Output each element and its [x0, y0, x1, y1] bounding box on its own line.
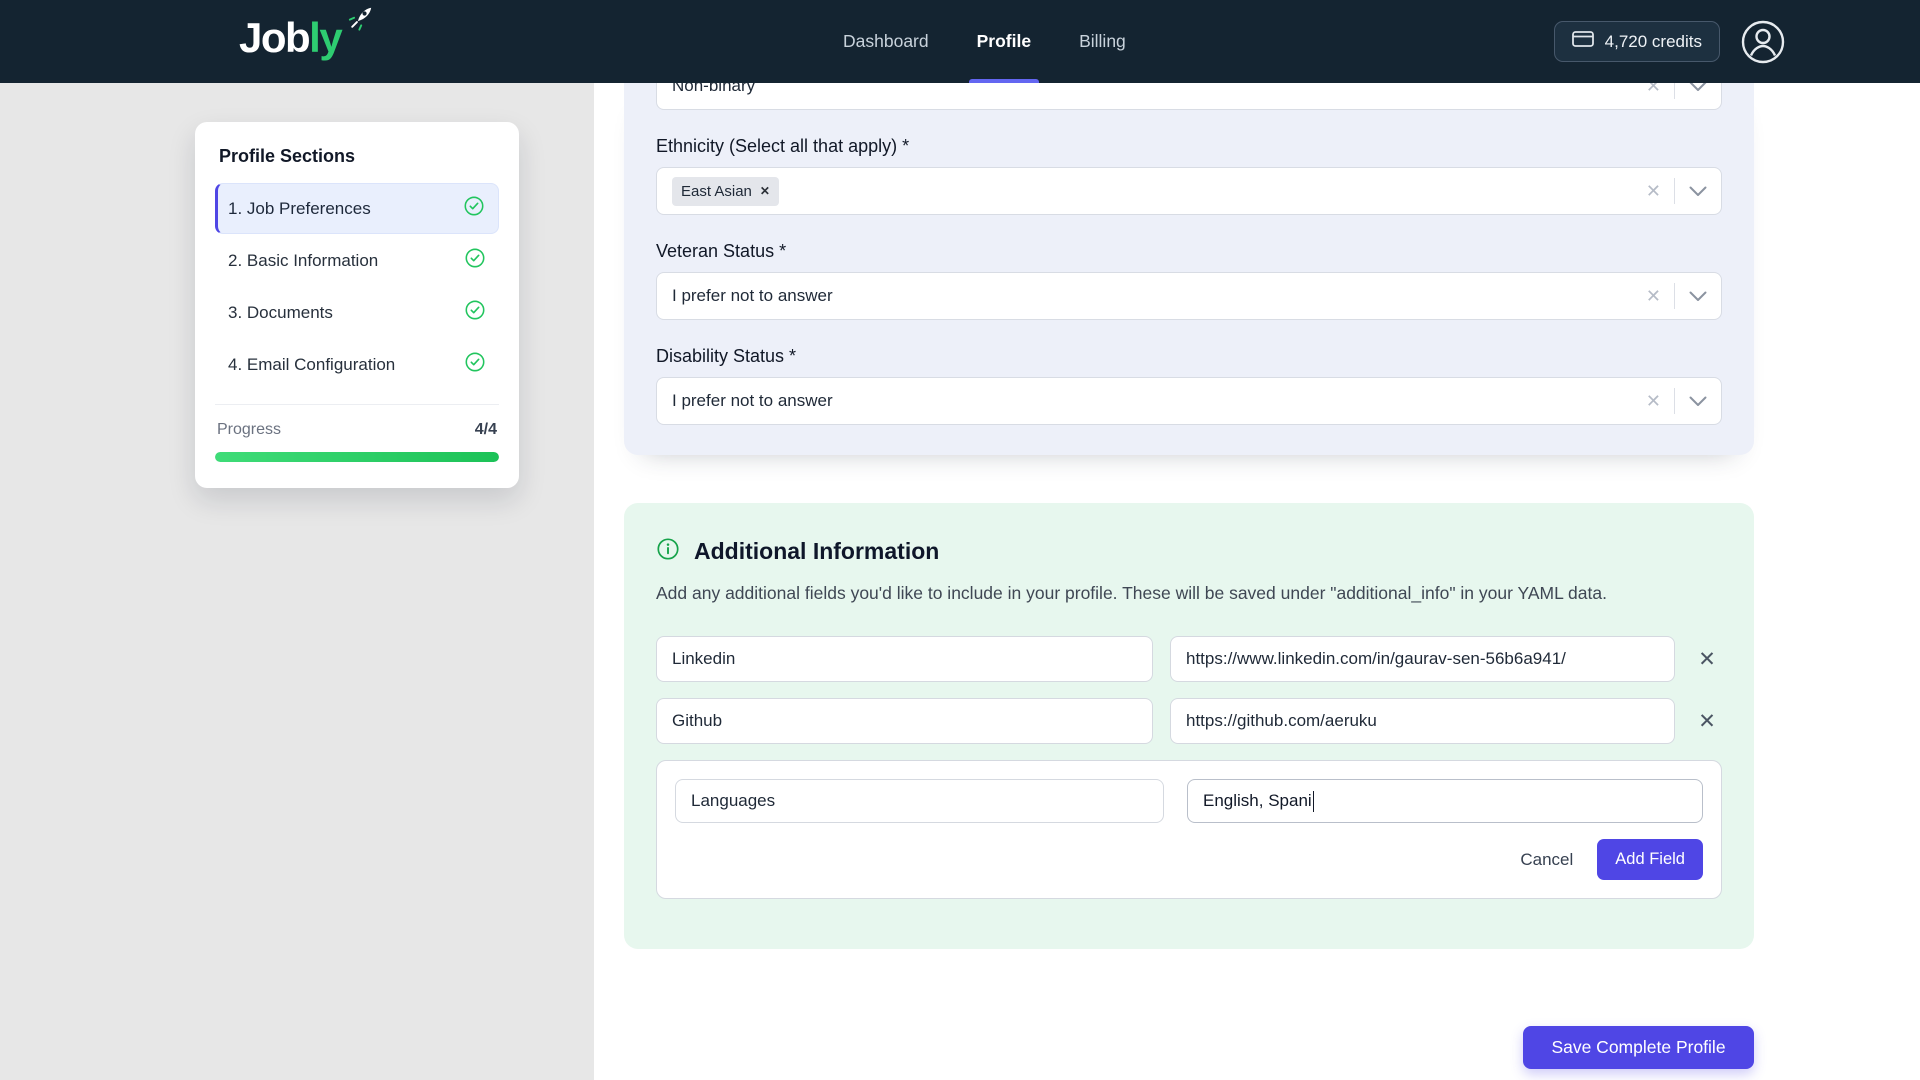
additional-info-description: Add any additional fields you'd like to …: [656, 583, 1722, 604]
ethnicity-label: Ethnicity (Select all that apply) *: [656, 136, 1722, 157]
tag-remove-icon[interactable]: ✕: [760, 184, 770, 198]
remove-field-icon[interactable]: ✕: [1692, 647, 1722, 672]
demographics-section: Non-binary ✕ Ethnicity (Select all that …: [624, 83, 1754, 455]
logo-rocket-icon: [337, 4, 375, 52]
progress-bar-fill: [215, 452, 499, 462]
credits-button[interactable]: 4,720 credits: [1554, 21, 1720, 62]
gender-select[interactable]: Non-binary ✕: [656, 83, 1722, 110]
add-field-button[interactable]: Add Field: [1597, 839, 1703, 880]
chevron-down-icon[interactable]: [1675, 83, 1721, 92]
logo-text-primary: Job: [239, 14, 309, 61]
sidebar-item-email-configuration[interactable]: 4. Email Configuration: [215, 339, 499, 390]
ethnicity-multiselect[interactable]: East Asian ✕ ✕: [656, 167, 1722, 215]
additional-field-row: ✕: [656, 698, 1722, 744]
main-nav: Dashboard Profile Billing: [843, 0, 1126, 83]
additional-field-row: ✕: [656, 636, 1722, 682]
new-field-value-input[interactable]: English, Spani: [1187, 779, 1703, 823]
header-actions: 4,720 credits: [1554, 0, 1786, 83]
sidebar-item-label: 1. Job Preferences: [228, 199, 371, 219]
credits-label: 4,720 credits: [1605, 32, 1702, 52]
sidebar-item-label: 2. Basic Information: [228, 251, 378, 271]
new-field-card: English, Spani Cancel Add Field: [656, 760, 1722, 899]
field-key-input[interactable]: [656, 698, 1153, 744]
profile-sections-card: Profile Sections 1. Job Preferences 2. B…: [195, 122, 519, 488]
progress-value: 4/4: [475, 421, 497, 439]
veteran-status-select[interactable]: I prefer not to answer ✕: [656, 272, 1722, 320]
nav-billing[interactable]: Billing: [1079, 0, 1126, 83]
field-value-input[interactable]: [1170, 636, 1675, 682]
additional-info-title: Additional Information: [694, 538, 939, 565]
credit-card-icon: [1572, 31, 1594, 52]
sidebar-item-label: 3. Documents: [228, 303, 333, 323]
text-caret: [1313, 791, 1315, 812]
check-circle-icon: [464, 247, 486, 274]
ethnicity-tag-label: East Asian: [681, 183, 752, 200]
nav-dashboard[interactable]: Dashboard: [843, 0, 929, 83]
chevron-down-icon[interactable]: [1675, 396, 1721, 407]
cancel-button[interactable]: Cancel: [1520, 850, 1573, 870]
progress-bar: [215, 452, 499, 462]
clear-icon[interactable]: ✕: [1633, 286, 1674, 307]
sidebar-item-documents[interactable]: 3. Documents: [215, 287, 499, 338]
top-navigation-bar: Jobly Dashboard Profile Billing 4,720 cr: [0, 0, 1920, 83]
sidebar-item-label: 4. Email Configuration: [228, 355, 395, 375]
sidebar-item-basic-information[interactable]: 2. Basic Information: [215, 235, 499, 286]
app-logo[interactable]: Jobly: [239, 14, 341, 62]
check-circle-icon: [464, 351, 486, 378]
disability-status-value: I prefer not to answer: [672, 391, 1633, 411]
additional-information-section: Additional Information Add any additiona…: [624, 503, 1754, 949]
nav-profile[interactable]: Profile: [977, 0, 1031, 83]
veteran-status-label: Veteran Status *: [656, 241, 1722, 262]
clear-icon[interactable]: ✕: [1633, 83, 1674, 97]
disability-status-label: Disability Status *: [656, 346, 1722, 367]
ethnicity-tag: East Asian ✕: [672, 177, 779, 206]
field-key-input[interactable]: [656, 636, 1153, 682]
sidebar-title: Profile Sections: [219, 146, 495, 167]
user-avatar-icon[interactable]: [1740, 19, 1786, 65]
check-circle-icon: [463, 195, 485, 222]
disability-status-select[interactable]: I prefer not to answer ✕: [656, 377, 1722, 425]
info-icon: [656, 537, 680, 566]
chevron-down-icon[interactable]: [1675, 186, 1721, 197]
gender-select-value: Non-binary: [672, 83, 1633, 96]
new-field-value-text: English, Spani: [1203, 791, 1312, 811]
chevron-down-icon[interactable]: [1675, 291, 1721, 302]
new-field-key-input[interactable]: [675, 779, 1164, 823]
progress-label: Progress: [217, 421, 281, 439]
save-complete-profile-button[interactable]: Save Complete Profile: [1523, 1026, 1754, 1069]
progress-block: Progress 4/4: [215, 404, 499, 462]
check-circle-icon: [464, 299, 486, 326]
sidebar-item-job-preferences[interactable]: 1. Job Preferences: [215, 183, 499, 234]
remove-field-icon[interactable]: ✕: [1692, 709, 1722, 734]
clear-icon[interactable]: ✕: [1633, 181, 1674, 202]
field-value-input[interactable]: [1170, 698, 1675, 744]
clear-icon[interactable]: ✕: [1633, 391, 1674, 412]
veteran-status-value: I prefer not to answer: [672, 286, 1633, 306]
